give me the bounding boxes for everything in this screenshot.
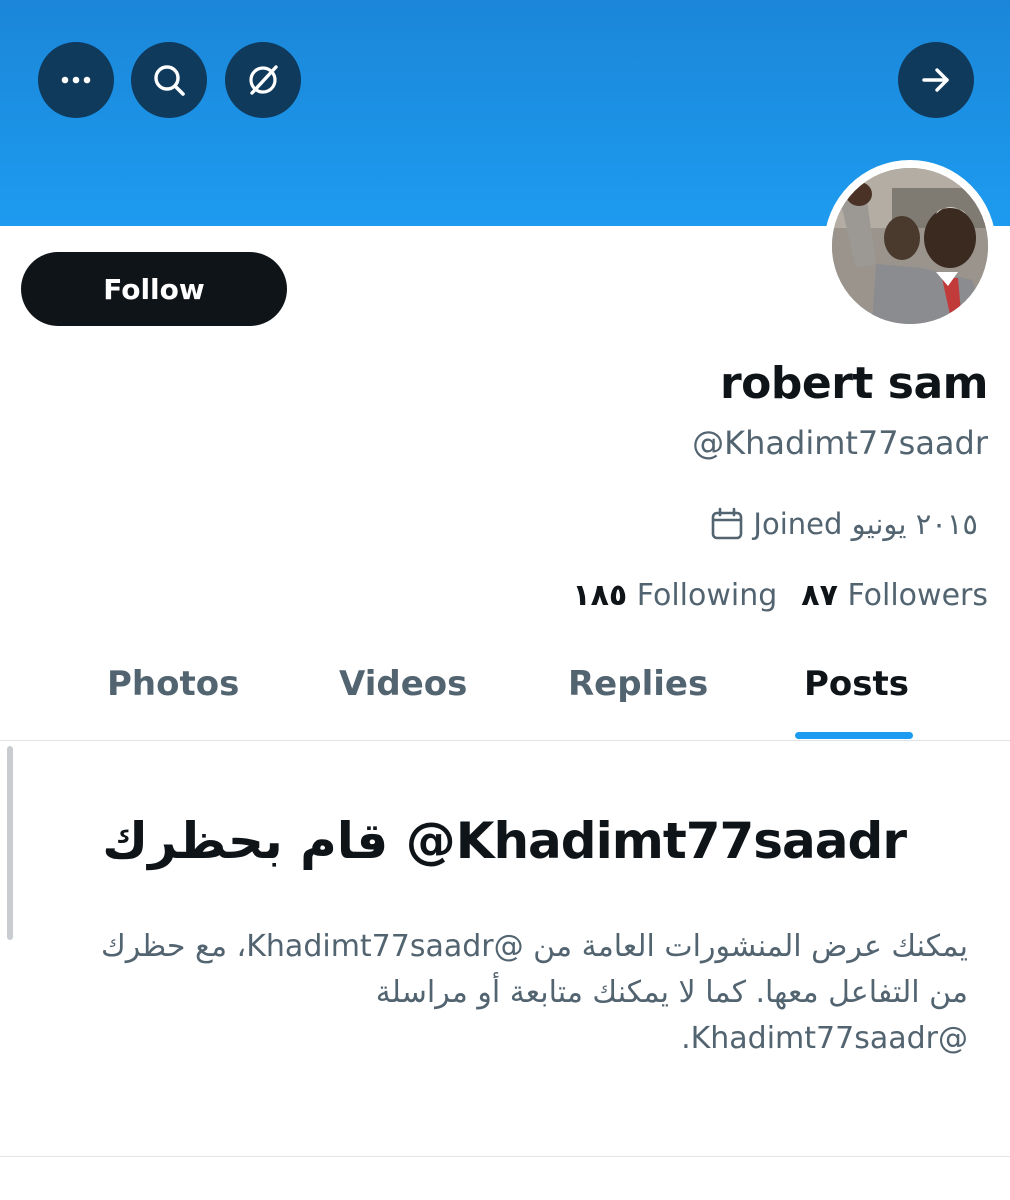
blocked-title: قام بحظرك @Khadimt77saadr (102, 812, 907, 870)
tab-posts[interactable]: Posts (804, 664, 909, 704)
tab-replies[interactable]: Replies (568, 664, 708, 704)
calendar-icon (712, 507, 743, 540)
more-icon (61, 76, 91, 84)
tab-videos[interactable]: Videos (339, 664, 467, 704)
following-label: Following (636, 578, 778, 613)
forward-arrow-icon (922, 68, 949, 92)
following-count: ١٨٥ (572, 578, 628, 613)
scrollbar[interactable] (7, 746, 13, 940)
following-stat[interactable]: ١٨٥ Following (572, 578, 777, 613)
blocked-message: يمكنك عرض المنشورات العامة من @Khadimt77… (101, 929, 968, 1056)
grok-button[interactable] (225, 42, 301, 118)
display-name: robert sam (719, 358, 989, 409)
profile-tabs: Photos Videos Replies Posts (0, 640, 1010, 741)
divider (0, 1156, 1010, 1157)
avatar-photo (832, 168, 988, 324)
followers-stat[interactable]: ٨٧ Followers (801, 578, 988, 613)
active-tab-indicator (795, 732, 913, 739)
user-handle: @Khadimt77saadr (692, 424, 988, 462)
joined-date: Joined ٢٠١٥ يونيو (709, 506, 978, 542)
follow-button[interactable]: Follow (21, 252, 287, 326)
tab-photos[interactable]: Photos (107, 664, 239, 704)
joined-text: Joined ٢٠١٥ يونيو (753, 507, 978, 541)
follow-stats: ١٨٥ Following ٨٧ Followers (572, 578, 988, 613)
search-icon (154, 65, 185, 96)
more-button[interactable] (38, 42, 114, 118)
grok-icon (249, 65, 278, 95)
avatar[interactable] (824, 160, 996, 332)
followers-label: Followers (847, 578, 988, 613)
followers-count: ٨٧ (801, 578, 838, 613)
forward-button[interactable] (898, 42, 974, 118)
search-button[interactable] (131, 42, 207, 118)
